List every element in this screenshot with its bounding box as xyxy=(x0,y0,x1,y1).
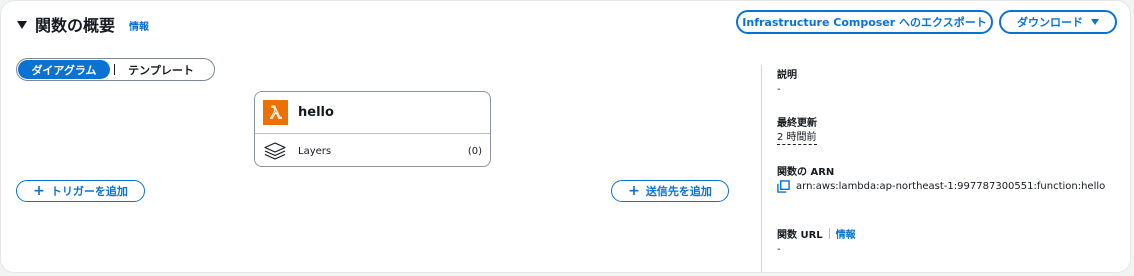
function-url-value: - xyxy=(777,244,781,255)
layers-icon xyxy=(264,142,286,160)
add-destination-label: 送信先を追加 xyxy=(645,185,712,198)
last-modified-value[interactable]: 2 時間前 xyxy=(777,132,817,145)
last-modified-label: 最終更新 xyxy=(777,118,817,129)
download-button[interactable]: ダウンロード xyxy=(999,10,1117,34)
layers-row[interactable]: Layers (0) xyxy=(255,134,490,168)
download-button-label: ダウンロード xyxy=(1017,16,1083,29)
copy-icon[interactable] xyxy=(777,180,790,193)
function-card: hello Layers (0) xyxy=(254,91,491,167)
function-url-label: 関数 URL xyxy=(777,230,823,241)
info-link[interactable]: 情報 xyxy=(129,18,149,33)
function-card-header[interactable]: hello xyxy=(255,92,490,134)
segment-template[interactable]: テンプレート xyxy=(121,62,201,78)
arn-value: arn:aws:lambda:ap-northeast-1:9977873005… xyxy=(796,181,1106,192)
collapse-caret-icon[interactable] xyxy=(17,20,27,29)
layers-label: Layers xyxy=(298,145,332,157)
url-label-separator xyxy=(828,228,830,239)
description-section: 説明 - xyxy=(777,66,797,95)
add-trigger-button[interactable]: + トリガーを追加 xyxy=(16,180,145,202)
description-label: 説明 xyxy=(777,70,797,81)
chevron-down-icon xyxy=(1091,19,1099,25)
page-title: 関数の概要 xyxy=(35,16,116,35)
overview-header: 関数の概要 情報 xyxy=(17,12,149,36)
plus-icon: + xyxy=(628,183,640,199)
function-name[interactable]: hello xyxy=(298,105,334,120)
layers-count: (0) xyxy=(467,145,482,157)
description-value: - xyxy=(777,84,781,95)
arn-label: 関数の ARN xyxy=(777,167,835,178)
plus-icon: + xyxy=(33,183,45,199)
lambda-icon xyxy=(263,100,288,125)
function-overview-panel: 関数の概要 情報 Infrastructure Composer へのエクスポー… xyxy=(0,0,1131,273)
add-trigger-label: トリガーを追加 xyxy=(50,185,128,198)
segment-divider xyxy=(114,64,115,75)
details-divider xyxy=(761,65,762,272)
last-modified-section: 最終更新 2 時間前 xyxy=(777,114,817,145)
view-segmented-control: ダイアグラム テンプレート xyxy=(16,58,215,81)
export-composer-button[interactable]: Infrastructure Composer へのエクスポート xyxy=(736,10,993,34)
function-url-section: 関数 URL 情報 - xyxy=(777,226,856,255)
arn-section: 関数の ARN arn:aws:lambda:ap-northeast-1:99… xyxy=(777,163,1117,195)
add-destination-button[interactable]: + 送信先を追加 xyxy=(611,180,729,202)
segment-diagram[interactable]: ダイアグラム xyxy=(18,60,110,79)
function-url-info-link[interactable]: 情報 xyxy=(836,226,856,241)
